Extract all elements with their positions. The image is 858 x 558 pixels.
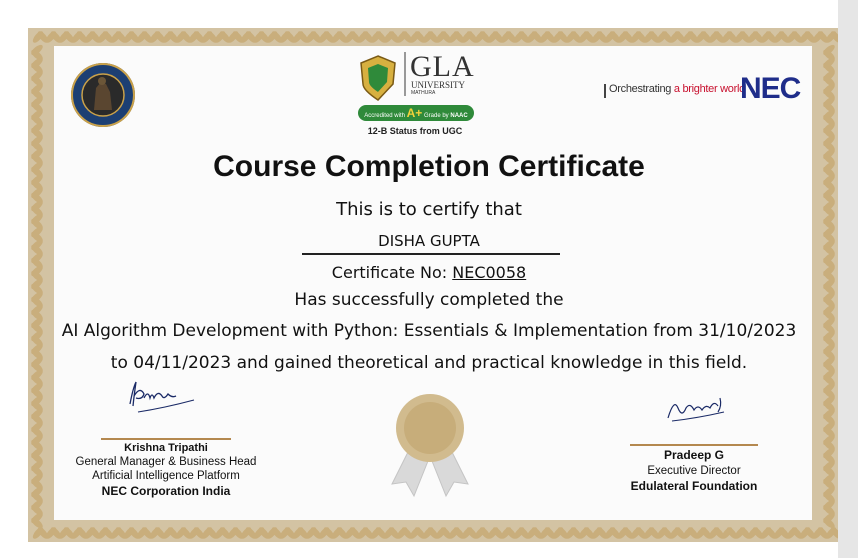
nec-tagline-pre: Orchestrating <box>609 83 672 95</box>
left-signatory: Krishna Tripathi General Manager & Busin… <box>60 438 272 498</box>
gla-wordmark: GLA <box>410 50 475 83</box>
nec-tagline: Orchestrating a brighter world <box>609 83 745 95</box>
naac-badge-post: Grade by <box>424 113 449 119</box>
gla-university-logo: GLA UNIVERSITY MATHURA Accredited with A… <box>356 50 475 142</box>
completed-line: Has successfully completed the <box>294 290 564 310</box>
gla-city-label: MATHURA <box>411 90 436 96</box>
gla-crest-icon <box>360 55 396 101</box>
nec-wordmark: NEC <box>740 72 801 105</box>
recipient-name: DISHA GUPTA <box>378 232 480 250</box>
nec-tagline-mid: a brighter world <box>671 83 745 95</box>
certificate-number: Certificate No: NEC0058 <box>0 263 858 282</box>
left-signatory-role-1: General Manager & Business Head <box>75 456 257 468</box>
cert-no-value: NEC0058 <box>452 263 527 282</box>
left-signatory-role-2: Artificial Intelligence Platform <box>92 470 240 482</box>
edulateral-foundation-logo <box>71 63 135 127</box>
naac-badge: Accredited with A+ Grade by NAAC <box>358 105 474 121</box>
right-signatory: Pradeep G Executive Director Edulateral … <box>610 444 778 493</box>
course-line-1: AI Algorithm Development with Python: Es… <box>61 321 797 341</box>
recipient-underline <box>302 253 560 255</box>
cert-no-label: Certificate No: <box>331 263 453 282</box>
left-signature-rule <box>101 438 231 440</box>
naac-grade: A+ <box>406 106 423 120</box>
left-signature-image <box>129 381 195 413</box>
gla-university-label: UNIVERSITY <box>411 80 465 90</box>
course-line-2: to 04/11/2023 and gained theoretical and… <box>110 353 748 373</box>
right-signature-image <box>667 397 725 422</box>
right-signatory-name: Pradeep G <box>663 448 725 462</box>
certify-line: This is to certify that <box>336 199 522 220</box>
nec-logo: Orchestrating a brighter world NEC <box>604 72 804 106</box>
left-signatory-org: NEC Corporation India <box>101 484 231 498</box>
certificate-title: Course Completion Certificate <box>213 150 645 183</box>
ugc-status: 12-B Status from UGC <box>367 126 463 136</box>
award-medal-icon <box>391 394 469 498</box>
naac-label: NAAC <box>450 113 468 119</box>
left-signatory-name: Krishna Tripathi <box>124 442 208 454</box>
naac-badge-pre: Accredited with <box>364 113 405 119</box>
gla-divider <box>404 52 406 96</box>
right-signature-rule <box>630 444 758 446</box>
right-signatory-role-1: Executive Director <box>647 465 741 477</box>
right-signatory-org: Edulateral Foundation <box>630 479 758 493</box>
nec-tag-bar <box>604 84 606 98</box>
